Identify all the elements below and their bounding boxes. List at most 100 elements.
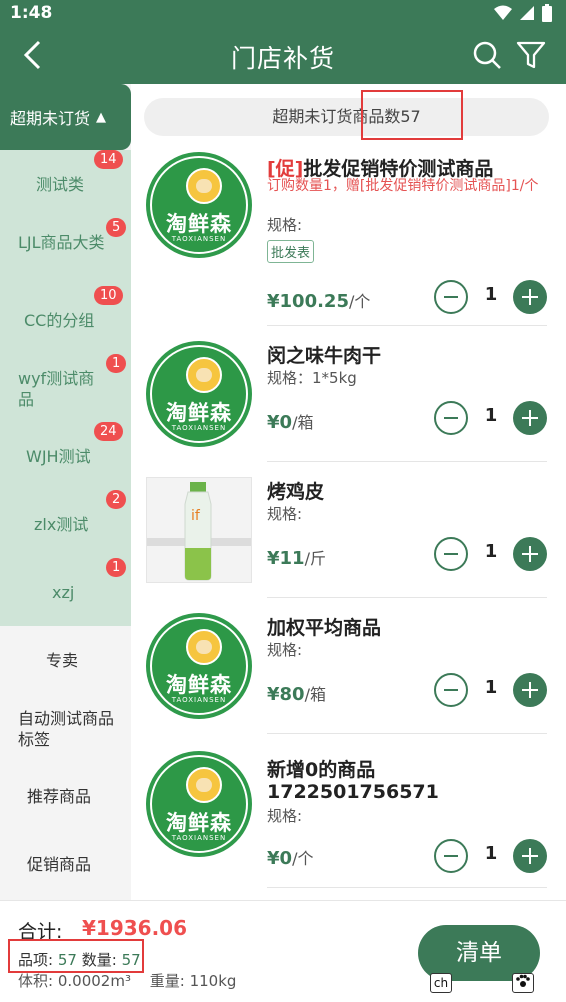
increase-button[interactable] bbox=[513, 280, 547, 314]
product-price: ¥0/箱 bbox=[267, 409, 313, 433]
product-price: ¥100.25/个 bbox=[267, 288, 370, 312]
price-unit: /箱 bbox=[292, 413, 314, 432]
sidebar-group-item[interactable]: 测试类 14 bbox=[0, 150, 131, 218]
sidebar-group-item[interactable]: CC的分组 10 bbox=[0, 286, 131, 354]
highlight-box bbox=[361, 90, 463, 140]
sidebar-group-label: 测试类 bbox=[36, 175, 85, 194]
product-name: [促]批发促销特价测试商品 bbox=[267, 154, 493, 181]
increase-button[interactable] bbox=[513, 537, 547, 571]
highlight-box bbox=[8, 939, 144, 973]
product-price: ¥0/个 bbox=[267, 845, 313, 869]
wifi-icon bbox=[494, 5, 512, 20]
monkey-mascot-icon bbox=[186, 767, 222, 803]
volume-weight-line: 体积: 0.0002m³ 重量: 110kg bbox=[18, 970, 236, 991]
weight-value: 110kg bbox=[189, 972, 237, 990]
brand-logo-image: 淘鲜森 TAOXIANSEN bbox=[146, 613, 252, 719]
sidebar-group-label: LJL商品大类 bbox=[18, 233, 105, 252]
brand-logo-image: 淘鲜森 TAOXIANSEN bbox=[146, 751, 252, 857]
sidebar-item-overdue[interactable]: 超期未订货 ▲ bbox=[0, 84, 131, 150]
brand-logo-image: 淘鲜森 TAOXIANSEN bbox=[146, 341, 252, 447]
status-time: 1:48 bbox=[10, 3, 53, 23]
logo-ring: 淘鲜森 TAOXIANSEN bbox=[150, 617, 248, 715]
product-name-line2: 1722501756571 bbox=[267, 781, 439, 803]
mini-tag: ch bbox=[430, 973, 452, 993]
logo-ring: 淘鲜森 TAOXIANSEN bbox=[150, 755, 248, 853]
count-badge: 24 bbox=[94, 422, 123, 441]
sidebar-group-label: wyf测试商品 bbox=[18, 369, 95, 409]
sidebar-group-label: WJH测试 bbox=[26, 447, 91, 466]
volume-label: 体积: bbox=[18, 972, 54, 990]
search-button[interactable] bbox=[470, 38, 504, 72]
brand-name: 淘鲜森 bbox=[166, 811, 232, 835]
filter-icon bbox=[516, 41, 546, 69]
quantity-value: 1 bbox=[484, 677, 498, 698]
total-value: ¥1936.06 bbox=[82, 916, 188, 940]
sidebar-group-label: CC的分组 bbox=[24, 311, 95, 330]
product-spec: 规格: bbox=[267, 216, 303, 234]
paw-glyph bbox=[516, 974, 530, 987]
sidebar-group-item[interactable]: zlx测试 2 bbox=[0, 490, 131, 558]
increase-button[interactable] bbox=[513, 673, 547, 707]
sidebar-item-label: 促销商品 bbox=[27, 855, 92, 874]
sidebar-item-label: 自动测试商品标签 bbox=[18, 709, 115, 749]
monkey-mascot-icon bbox=[186, 168, 222, 204]
price-value: ¥0 bbox=[267, 848, 293, 869]
decrease-button[interactable] bbox=[434, 673, 468, 707]
sidebar-group-item[interactable]: WJH测试 24 bbox=[0, 422, 131, 490]
sidebar-item[interactable]: 专卖 bbox=[0, 626, 131, 694]
decrease-button[interactable] bbox=[434, 401, 468, 435]
decrease-button[interactable] bbox=[434, 839, 468, 873]
sidebar-item-label: 专卖 bbox=[46, 651, 79, 670]
product-item[interactable]: 淘鲜森 TAOXIANSEN [促]批发促销特价测试商品 订购数量1，赠[批发促… bbox=[131, 148, 566, 328]
product-item[interactable]: 淘鲜森 TAOXIANSEN 闵之味牛肉干 规格：1*5kg ¥0/箱 1 bbox=[131, 325, 566, 462]
product-price: ¥11/斤 bbox=[267, 545, 326, 569]
product-spec: 规格: bbox=[267, 641, 303, 659]
weight-label: 重量: bbox=[149, 972, 185, 990]
decrease-button[interactable] bbox=[434, 280, 468, 314]
price-value: ¥11 bbox=[267, 548, 305, 569]
signal-icon bbox=[520, 6, 534, 20]
product-list: 超期未订货商品数57 淘鲜森 TAOXIANSEN [促]批发促销特价测试商品 … bbox=[131, 84, 566, 900]
product-spec: 规格: bbox=[267, 807, 303, 825]
product-spec: 规格: bbox=[267, 505, 303, 523]
price-value: ¥100.25 bbox=[267, 291, 349, 312]
product-name: 烤鸡皮 bbox=[267, 481, 325, 503]
brand-name: 淘鲜森 bbox=[166, 212, 232, 236]
brand-subtitle: TAOXIANSEN bbox=[171, 834, 227, 842]
decrease-button[interactable] bbox=[434, 537, 468, 571]
sidebar-group-item[interactable]: xzj 1 bbox=[0, 558, 131, 626]
product-name: 加权平均商品 bbox=[267, 617, 382, 639]
quantity-value: 1 bbox=[484, 541, 498, 562]
brand-subtitle: TAOXIANSEN bbox=[171, 424, 227, 432]
sidebar-group-label: xzj bbox=[52, 583, 75, 602]
status-bar: 1:48 bbox=[0, 0, 566, 26]
logo-ring: 淘鲜森 TAOXIANSEN bbox=[150, 345, 248, 443]
filter-button[interactable] bbox=[514, 38, 548, 72]
sidebar-group-label: zlx测试 bbox=[34, 515, 89, 534]
status-icons bbox=[494, 4, 552, 22]
battery-icon bbox=[542, 4, 552, 22]
brand-subtitle: TAOXIANSEN bbox=[171, 235, 227, 243]
order-summary-footer: 合计: ¥1936.06 品项: 57 数量: 57 体积: 0.0002m³ … bbox=[0, 900, 566, 1002]
price-value: ¥80 bbox=[267, 684, 305, 705]
count-badge: 14 bbox=[94, 150, 123, 169]
sidebar-item-label: 推荐商品 bbox=[27, 787, 92, 806]
promo-text: 订购数量1，赠[批发促销特价测试商品]1/个 bbox=[267, 178, 539, 194]
product-name-text: 批发促销特价测试商品 bbox=[303, 158, 494, 180]
sidebar-item[interactable]: 促销商品 bbox=[0, 832, 131, 900]
price-unit: /箱 bbox=[304, 685, 326, 704]
increase-button[interactable] bbox=[513, 839, 547, 873]
product-item[interactable]: 淘鲜森 TAOXIANSEN 加权平均商品 规格: ¥80/箱 1 bbox=[131, 597, 566, 734]
product-price: ¥80/箱 bbox=[267, 681, 326, 705]
count-badge: 2 bbox=[106, 490, 127, 509]
sidebar-item[interactable]: 自动测试商品标签 bbox=[0, 694, 131, 764]
increase-button[interactable] bbox=[513, 401, 547, 435]
svg-text:if: if bbox=[191, 508, 201, 524]
product-item[interactable]: if 烤鸡皮 规格: ¥11/斤 1 bbox=[131, 461, 566, 598]
brand-subtitle: TAOXIANSEN bbox=[171, 696, 227, 704]
product-item[interactable]: 淘鲜森 TAOXIANSEN 新增0的商品 1722501756571 规格: … bbox=[131, 733, 566, 893]
category-sidebar: 超期未订货 ▲ 测试类 14 LJL商品大类 5 CC的分组 10 wyf测试商… bbox=[0, 84, 131, 900]
sidebar-active-label: 超期未订货 bbox=[10, 109, 91, 128]
count-badge: 1 bbox=[106, 354, 127, 373]
sidebar-item[interactable]: 推荐商品 bbox=[0, 764, 131, 832]
